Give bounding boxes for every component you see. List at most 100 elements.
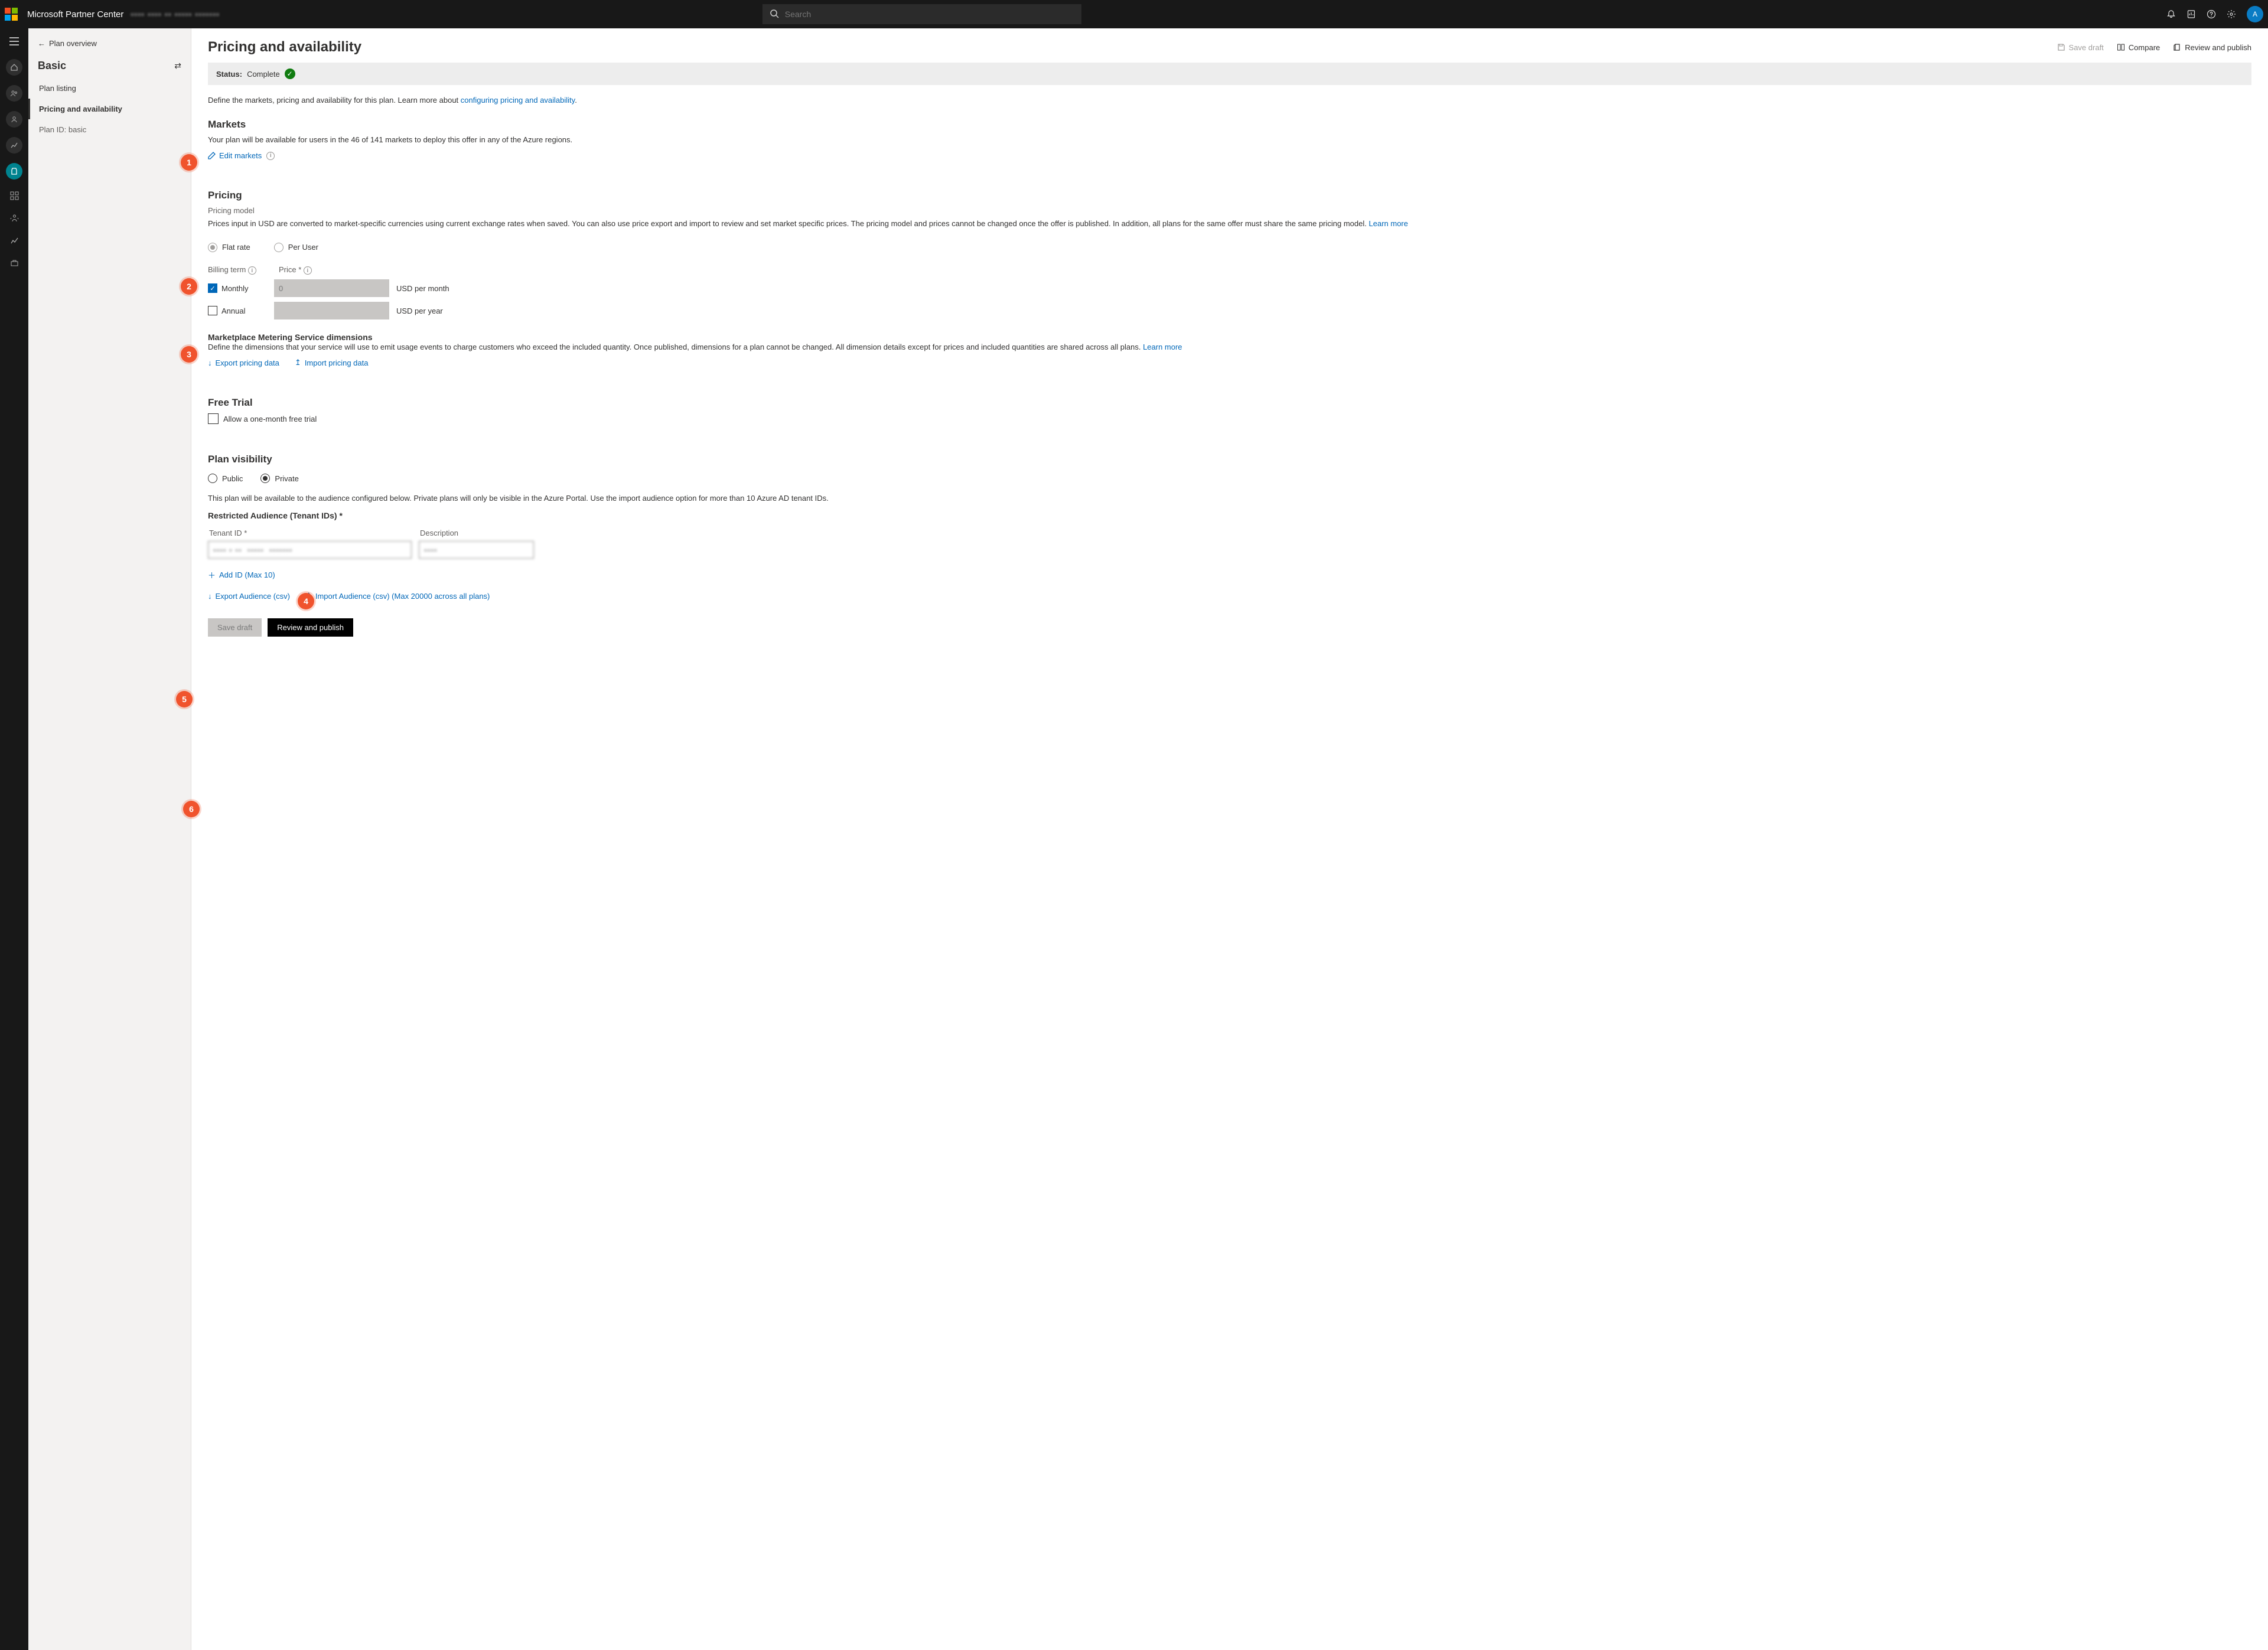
rail-dashboard-icon[interactable] [8, 189, 21, 202]
compare-label: Compare [2129, 43, 2160, 52]
export-pricing-link[interactable]: ↓ Export pricing data [208, 358, 279, 367]
user-avatar[interactable]: A [2247, 6, 2263, 22]
rail-insights-icon[interactable] [8, 234, 21, 247]
free-trial-label: Allow a one-month free trial [223, 415, 317, 423]
per-user-option: Per User [274, 243, 318, 252]
import-audience-link[interactable]: ↥ Import Audience (csv) (Max 20000 acros… [305, 591, 490, 601]
tenant-name-redacted: ▪▪▪▪ ▪▪▪▪ ▪▪ ▪▪▪▪▪ ▪▪▪▪▪▪▪ [131, 9, 220, 19]
settings-icon[interactable] [2227, 9, 2236, 19]
back-to-plan-overview[interactable]: ← Plan overview [28, 34, 191, 53]
pricing-heading: Pricing [208, 190, 2251, 201]
rail-referrals-icon[interactable] [8, 211, 21, 224]
intro-prefix: Define the markets, pricing and availabi… [208, 96, 461, 105]
per-user-label: Per User [288, 243, 318, 252]
monthly-checkbox[interactable]: ✓ [208, 283, 217, 293]
callout-5: 5 [176, 691, 193, 707]
monthly-label: Monthly [221, 284, 249, 293]
rail-people-icon[interactable] [6, 85, 22, 102]
public-radio[interactable] [208, 474, 217, 483]
annual-price-input [274, 302, 389, 319]
billing-term-info-icon[interactable]: i [248, 266, 256, 275]
status-label: Status: [216, 70, 242, 79]
dimensions-text: Define the dimensions that your service … [208, 342, 2251, 353]
tenant-id-input[interactable] [208, 541, 412, 559]
public-label: Public [222, 474, 243, 483]
save-draft-button: Save draft [208, 618, 262, 637]
annual-label: Annual [221, 306, 245, 315]
tenant-id-header: Tenant ID * [209, 529, 413, 537]
rail-menu-toggle[interactable] [6, 33, 22, 50]
billing-term-header: Billing term [208, 265, 246, 274]
rail-customers-icon[interactable] [6, 111, 22, 128]
free-trial-option[interactable]: Allow a one-month free trial [208, 413, 2251, 424]
rail-support-icon[interactable] [8, 256, 21, 269]
intro-link[interactable]: configuring pricing and availability [461, 96, 575, 105]
sidebar-item-pricing[interactable]: Pricing and availability [28, 99, 191, 119]
sidebar: ← Plan overview Basic ⇄ Plan listing Pri… [28, 28, 191, 1650]
search-input[interactable] [762, 4, 1081, 24]
tenant-desc-input[interactable] [419, 541, 534, 559]
edit-markets-link[interactable]: Edit markets [208, 151, 262, 160]
status-check-icon: ✓ [285, 69, 295, 79]
markets-heading: Markets [208, 119, 2251, 131]
review-publish-top-label: Review and publish [2185, 43, 2251, 52]
pricing-learn-more-link[interactable]: Learn more [1369, 219, 1408, 228]
private-option[interactable]: Private [260, 474, 298, 483]
rail-analytics-icon[interactable] [6, 137, 22, 154]
visibility-text: This plan will be available to the audie… [208, 494, 2251, 503]
sidebar-item-plan-id: Plan ID: basic [28, 119, 191, 140]
markets-info-icon[interactable]: i [266, 152, 275, 160]
compare-icon [2117, 43, 2125, 51]
topbar: Microsoft Partner Center ▪▪▪▪ ▪▪▪▪ ▪▪ ▪▪… [0, 0, 2268, 28]
export-pricing-label: Export pricing data [216, 358, 279, 367]
notifications-icon[interactable] [2166, 9, 2176, 19]
dimensions-text-span: Define the dimensions that your service … [208, 343, 1143, 351]
free-trial-heading: Free Trial [208, 397, 2251, 409]
add-tenant-id-link[interactable]: ＋ Add ID (Max 10) [208, 569, 275, 581]
rail-marketplace-icon[interactable] [6, 163, 22, 180]
left-rail [0, 28, 28, 1650]
status-value: Complete [247, 70, 280, 79]
import-pricing-label: Import pricing data [305, 358, 369, 367]
back-label: Plan overview [49, 39, 97, 48]
flat-rate-label: Flat rate [222, 243, 250, 252]
callout-2: 2 [181, 278, 197, 295]
sidebar-item-plan-listing[interactable]: Plan listing [28, 78, 191, 99]
dimensions-heading: Marketplace Metering Service dimensions [208, 332, 2251, 342]
swap-plan-icon[interactable]: ⇄ [174, 61, 181, 71]
main-content: 1 2 3 4 5 6 Pricing and availability Sav… [191, 28, 2268, 1650]
price-info-icon[interactable]: i [304, 266, 312, 275]
review-publish-button[interactable]: Review and publish [268, 618, 353, 637]
callout-4: 4 [298, 593, 314, 609]
review-publish-top-button[interactable]: Review and publish [2173, 43, 2251, 52]
annual-checkbox[interactable] [208, 306, 217, 315]
download-icon: ↓ [208, 592, 212, 601]
public-option[interactable]: Public [208, 474, 243, 483]
save-draft-top-label: Save draft [2069, 43, 2104, 52]
status-strip: Status: Complete ✓ [208, 63, 2251, 85]
compare-button[interactable]: Compare [2117, 43, 2160, 52]
download-icon: ↓ [208, 358, 212, 367]
microsoft-logo[interactable] [5, 8, 18, 21]
insights-icon[interactable] [2186, 9, 2196, 19]
tenant-table: Tenant ID * Description [208, 525, 2251, 559]
import-audience-label: Import Audience (csv) (Max 20000 across … [315, 592, 490, 601]
pricing-model-text-span: Prices input in USD are converted to mar… [208, 219, 1369, 228]
import-pricing-link[interactable]: ↥ Import pricing data [295, 358, 369, 367]
private-radio[interactable] [260, 474, 270, 483]
save-draft-top-button: Save draft [2057, 43, 2104, 52]
monthly-unit: USD per month [396, 284, 449, 293]
callout-6: 6 [183, 801, 200, 817]
brand-title: Microsoft Partner Center [27, 9, 123, 19]
export-audience-link[interactable]: ↓ Export Audience (csv) [208, 592, 290, 601]
per-user-radio [274, 243, 284, 252]
help-icon[interactable] [2207, 9, 2216, 19]
annual-unit: USD per year [396, 306, 443, 315]
pencil-icon [208, 152, 216, 159]
save-icon [2057, 43, 2065, 51]
upload-icon: ↥ [295, 358, 301, 367]
rail-home-icon[interactable] [6, 59, 22, 76]
callout-1: 1 [181, 154, 197, 171]
free-trial-checkbox[interactable] [208, 413, 219, 424]
dimensions-learn-more-link[interactable]: Learn more [1143, 343, 1182, 351]
